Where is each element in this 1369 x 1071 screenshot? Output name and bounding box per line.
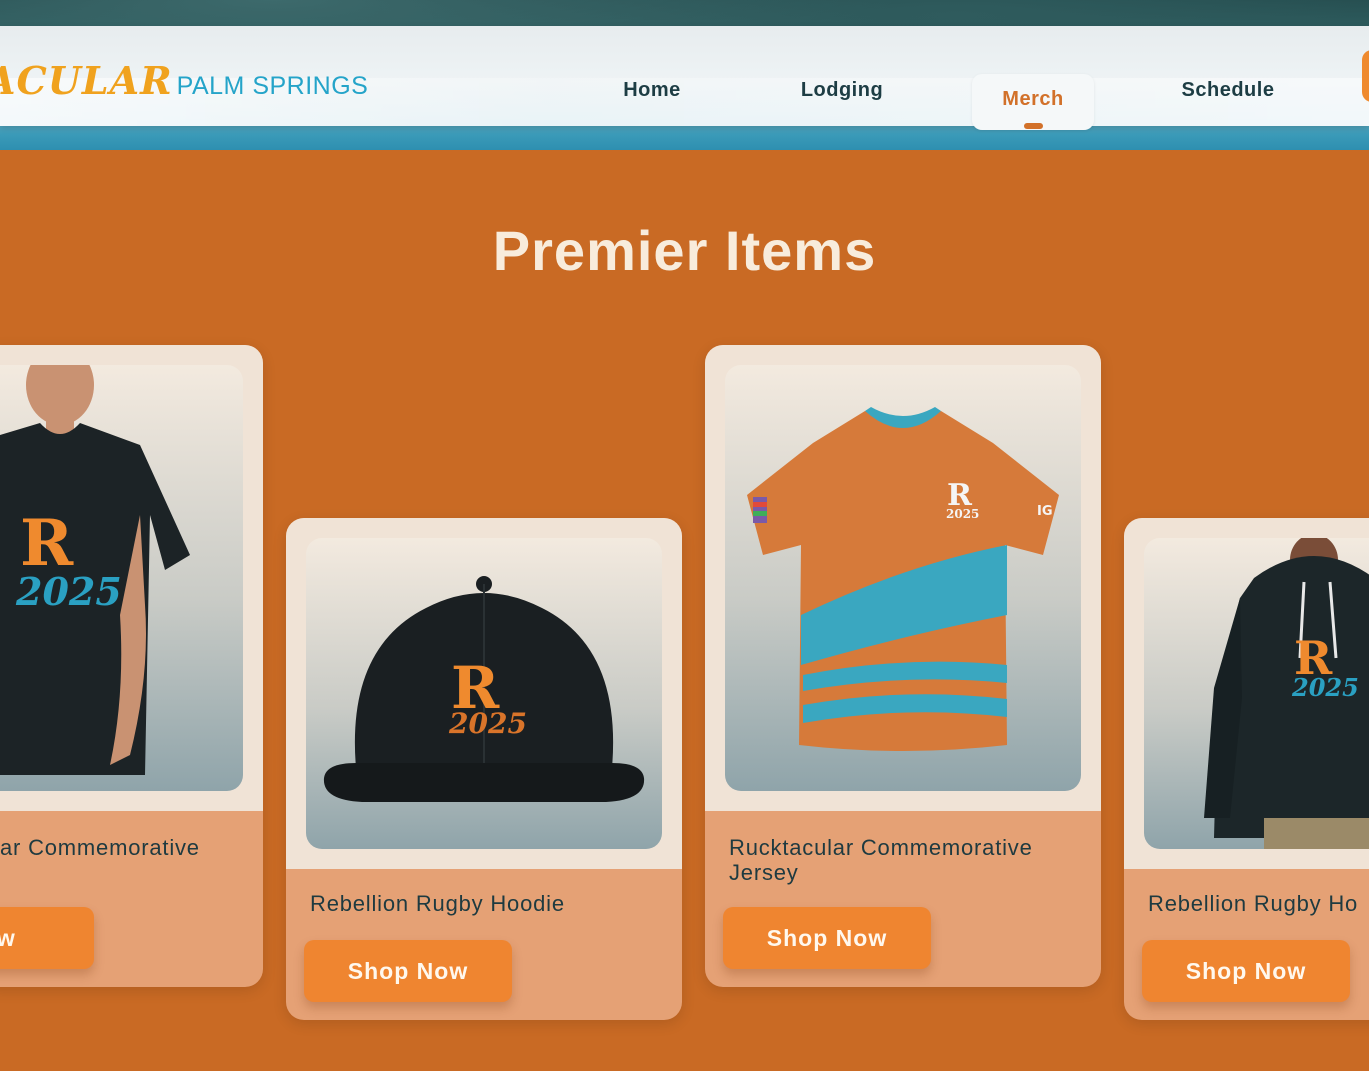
product-title: Rucktacular Commemorative Jersey [729,835,1033,885]
product-card: R 2025 Rebellion Rugby Ho Shop Now [1124,518,1369,1020]
shop-now-button[interactable]: Shop Now [723,907,931,969]
nav-schedule[interactable]: Schedule [1166,76,1290,104]
svg-text:2025: 2025 [1291,673,1359,702]
product-title-line-2: Jersey [729,860,799,885]
nav-merch[interactable]: Merch [972,74,1094,130]
svg-text:IG: IG [1037,504,1053,519]
jersey-icon: R 2025 IG [747,407,1059,751]
hoodie-icon: R 2025 [1204,538,1369,849]
shop-now-button[interactable]: Shop Now [1142,940,1350,1002]
nav-home[interactable]: Home [602,76,702,104]
section-title: Premier Items [492,219,877,282]
svg-text:2025: 2025 [448,707,527,740]
logo-sub-text: PALM SPRINGS [176,72,369,100]
active-indicator [1024,123,1043,129]
product-image[interactable]: R 2025 [0,365,243,791]
svg-text:2025: 2025 [946,507,979,521]
product-title: Rebellion Rugby Ho [1148,891,1359,916]
product-title-line-1: Rucktacular Commemorative [729,835,1033,860]
product-card: R 2025 ar Commemorative Now [0,345,263,987]
logo-main-text: ACULAR [0,58,173,103]
t-shirt-icon: R 2025 [0,365,190,775]
shop-now-button[interactable]: Shop Now [304,940,512,1002]
nav-merch-label: Merch [1002,88,1064,110]
product-image[interactable]: R 2025 IG [725,365,1081,791]
product-card: R 2025 Rebellion Rugby Hoodie Shop Now [286,518,682,1020]
nav-cta-button[interactable] [1362,50,1369,102]
shop-now-button[interactable]: Now [0,907,94,969]
product-card: R 2025 IG Rucktacular Commemorative Jers… [705,345,1101,987]
product-image[interactable]: R 2025 [306,538,662,849]
site-logo[interactable]: ACULAR PALM SPRINGS [0,58,369,103]
product-image[interactable]: R 2025 [1144,538,1369,849]
svg-text:2025: 2025 [15,569,122,614]
cap-icon: R 2025 [323,576,645,802]
product-title: ar Commemorative [0,835,200,860]
nav-lodging[interactable]: Lodging [780,76,904,104]
navbar: ACULAR PALM SPRINGS Home Lodging Merch S… [0,26,1369,130]
product-title: Rebellion Rugby Hoodie [310,891,565,916]
